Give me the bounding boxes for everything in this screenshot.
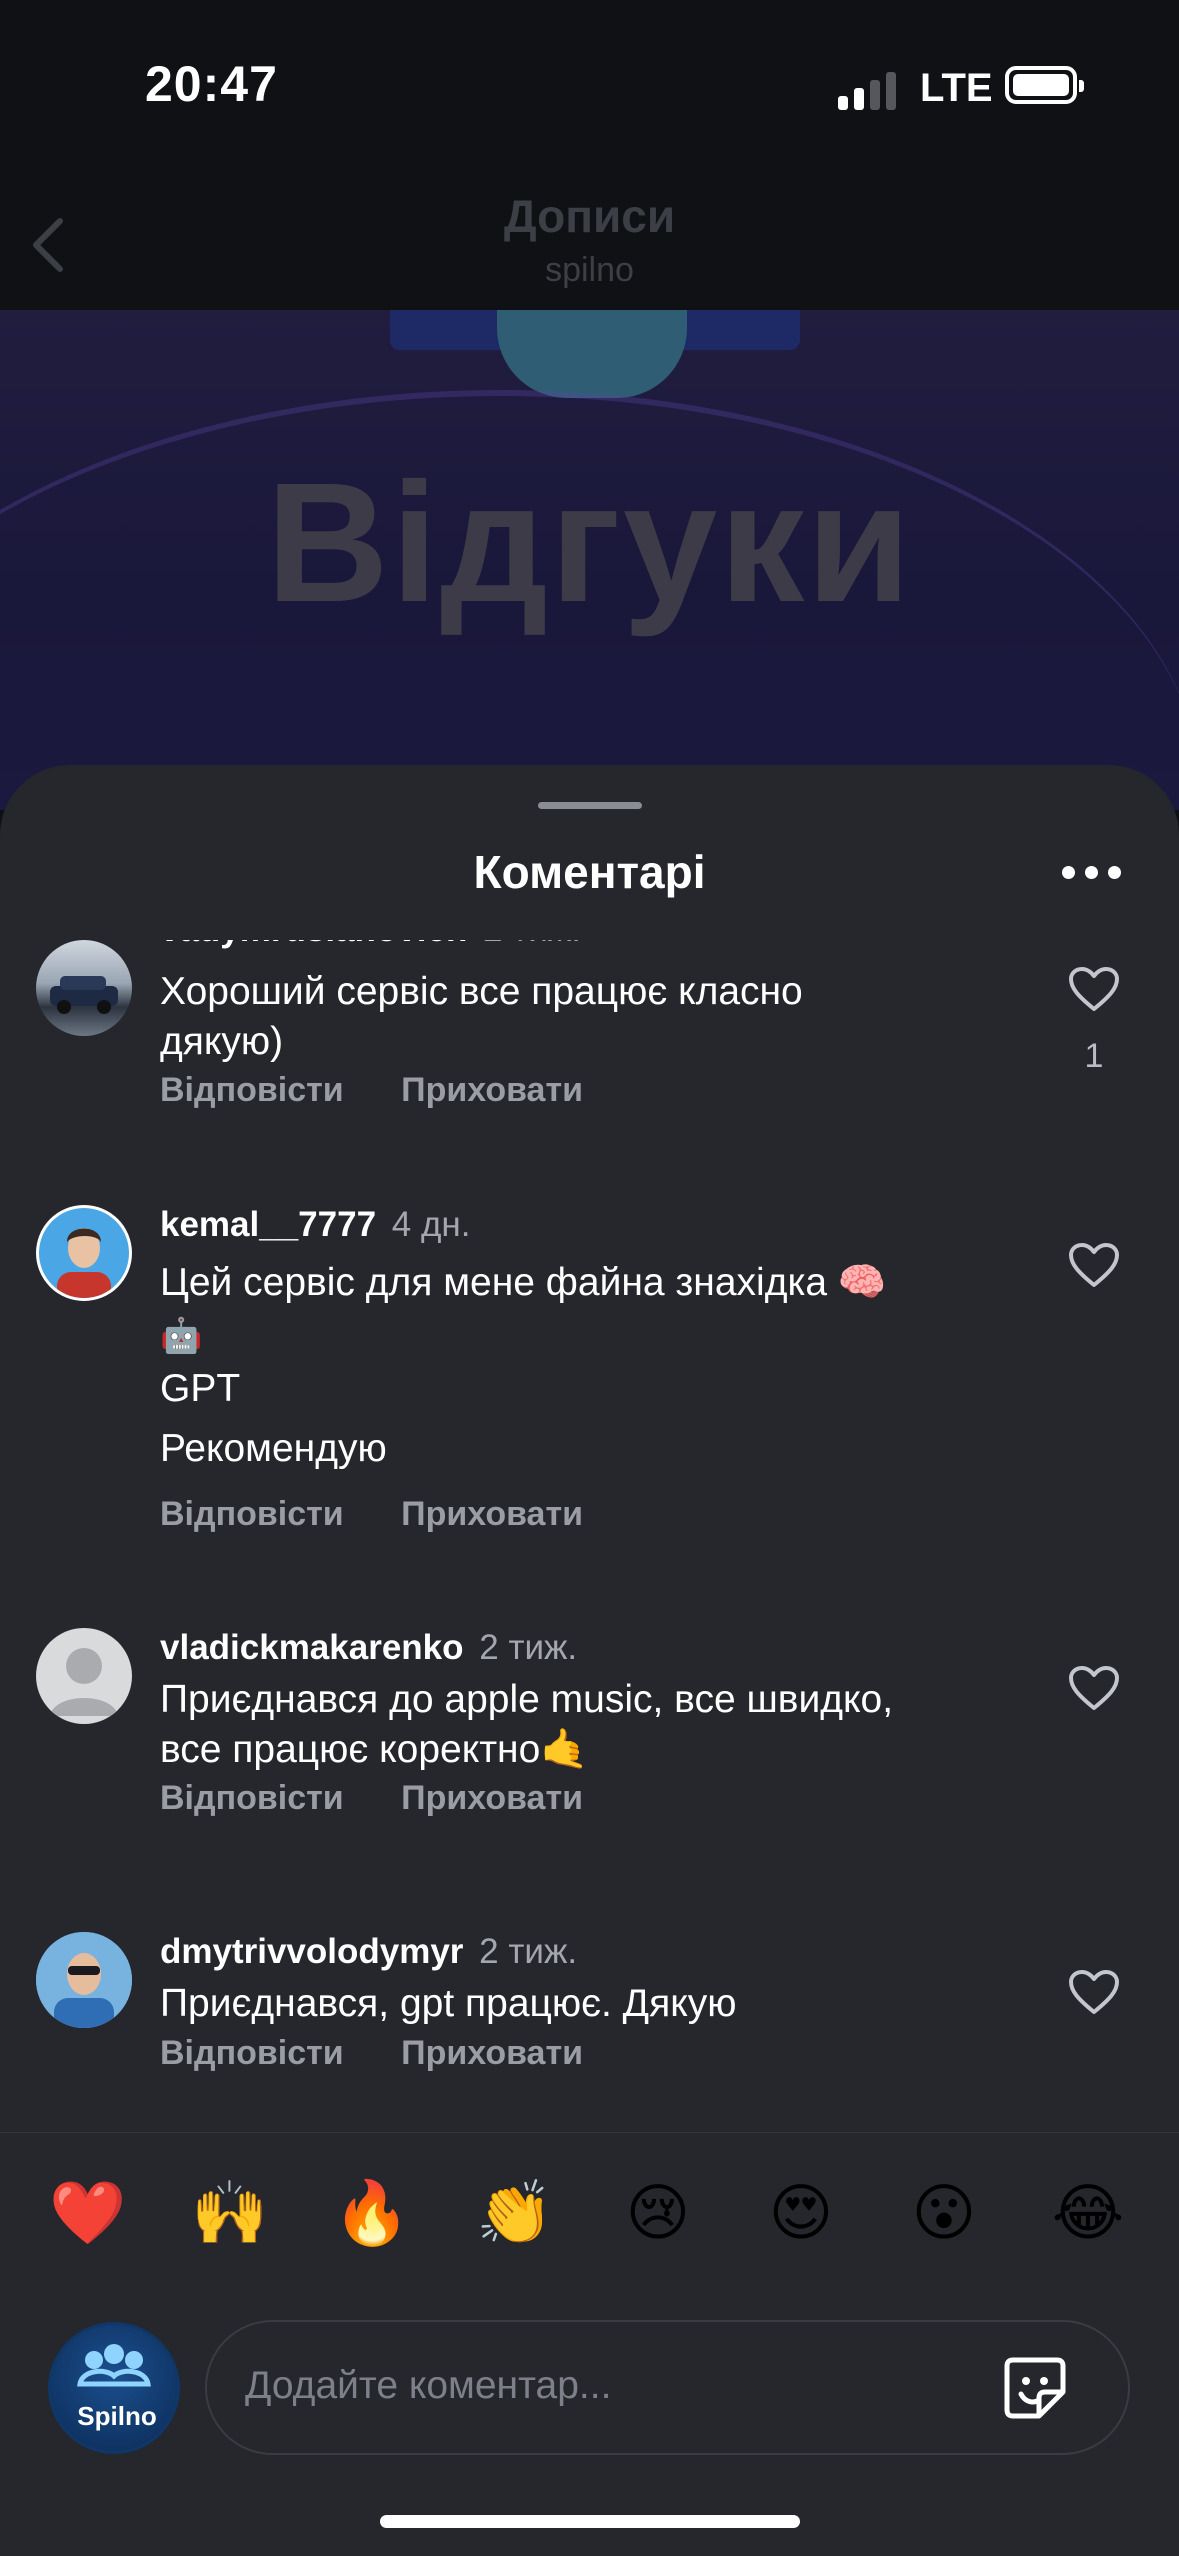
reaction-laughing[interactable]: 😂 xyxy=(1048,2173,1128,2253)
heart-outline-icon[interactable] xyxy=(1068,1665,1120,1711)
comment-time: 2 тиж. xyxy=(479,1932,578,1971)
car-photo-icon xyxy=(50,976,118,1014)
comment-actions: Відповісти Приховати xyxy=(160,1071,631,1110)
reaction-heart[interactable]: ❤️ xyxy=(48,2173,128,2253)
sheet-drag-handle[interactable] xyxy=(538,802,642,809)
comment-line: Рекомендую xyxy=(160,1427,387,1470)
comment-actions: Відповісти Приховати xyxy=(160,1779,631,1818)
reaction-heart-eyes[interactable]: 😍 xyxy=(761,2173,841,2253)
status-time: 20:47 xyxy=(145,56,278,112)
post-image-decoration xyxy=(497,310,687,398)
avatar[interactable] xyxy=(36,1205,132,1301)
heart-outline-icon[interactable] xyxy=(1068,1969,1120,2015)
home-indicator[interactable] xyxy=(380,2515,800,2528)
cellular-signal-icon xyxy=(838,72,900,110)
comment-line: 🤖 xyxy=(160,1316,203,1356)
comment-item: dmytrivvolodymyr 2 тиж. Приєднався, gpt … xyxy=(0,1932,1179,2132)
heart-outline-icon[interactable] xyxy=(1068,966,1120,1012)
my-avatar[interactable]: Spilno xyxy=(48,2322,180,2454)
status-bar: 20:47 LTE xyxy=(0,0,1179,175)
comment-input-placeholder: Додайте коментар... xyxy=(245,2364,612,2407)
comments-list[interactable]: vadymruslanovich 2 тиж. Хороший сервіс в… xyxy=(0,940,1179,2132)
comment-line: все працює коректно🤙 xyxy=(160,1728,589,1771)
default-user-icon xyxy=(50,1648,118,1716)
reply-button[interactable]: Відповісти xyxy=(160,1495,344,1533)
like-count: 1 xyxy=(1084,1037,1104,1075)
comment-header: dmytrivvolodymyr 2 тиж. xyxy=(160,1932,577,1972)
comment-time: 4 дн. xyxy=(391,1205,471,1244)
reply-button[interactable]: Відповісти xyxy=(160,1071,344,1109)
comment-username[interactable]: dmytrivvolodymyr xyxy=(160,1932,463,1971)
comment-text: Цей сервіс для мене файна знахідка 🧠 🤖 G… xyxy=(160,1253,886,1479)
comment-line: Приєднався, gpt працює. Дякую xyxy=(160,1982,737,2025)
hide-button[interactable]: Приховати xyxy=(401,1779,583,1817)
reaction-surprised[interactable]: 😮 xyxy=(904,2173,984,2253)
more-options-button[interactable] xyxy=(1062,863,1122,883)
comment-input[interactable]: Додайте коментар... xyxy=(205,2320,1130,2455)
reaction-clap[interactable]: 👏 xyxy=(475,2173,555,2253)
user-photo-icon xyxy=(36,1932,132,2028)
comment-line: Цей сервіс для мене файна знахідка 🧠 xyxy=(160,1261,887,1304)
comment-item: vladickmakarenko 2 тиж. Приєднався до ap… xyxy=(0,1628,1179,1838)
sheet-title: Коментарі xyxy=(473,846,706,898)
avatar[interactable] xyxy=(36,1628,132,1724)
comment-username[interactable]: kemal__7777 xyxy=(160,1205,376,1244)
comment-composer: Spilno Додайте коментар... xyxy=(0,2295,1179,2495)
comment-header: vadymruslanovich 2 тиж. xyxy=(160,940,581,950)
reply-button[interactable]: Відповісти xyxy=(160,2034,344,2072)
post-image-text: Відгуки xyxy=(266,448,913,638)
post-image: Відгуки xyxy=(0,310,1179,810)
comment-time: 2 тиж. xyxy=(479,1628,578,1667)
nav-header: Дописи spilno xyxy=(0,175,1179,310)
user-photo-icon xyxy=(39,1208,129,1298)
reaction-raised-hands[interactable]: 🙌 xyxy=(190,2173,270,2253)
network-type: LTE xyxy=(920,66,993,110)
comment-header: vladickmakarenko 2 тиж. xyxy=(160,1628,577,1668)
comment-line: Хороший сервіс все працює класно xyxy=(160,970,803,1013)
reaction-fire[interactable]: 🔥 xyxy=(332,2173,412,2253)
comment-item: vadymruslanovich 2 тиж. Хороший сервіс в… xyxy=(0,940,1179,1110)
comment-actions: Відповісти Приховати xyxy=(160,1495,631,1534)
reply-button[interactable]: Відповісти xyxy=(160,1779,344,1817)
comment-text: Хороший сервіс все працює класно дякую) xyxy=(160,967,803,1067)
comment-text: Приєднався до apple music, все швидко, в… xyxy=(160,1675,893,1775)
comment-text: Приєднався, gpt працює. Дякую xyxy=(160,1979,736,2029)
page-subtitle: spilno xyxy=(545,251,634,289)
comment-username[interactable]: vadymruslanovich xyxy=(160,940,467,949)
comments-sheet: Коментарі vadymruslanovich 2 тиж. xyxy=(0,765,1179,2556)
avatar[interactable] xyxy=(36,940,132,1036)
page-title: Дописи xyxy=(503,190,676,242)
avatar[interactable] xyxy=(36,1932,132,2028)
hide-button[interactable]: Приховати xyxy=(401,1071,583,1109)
spilno-logo-icon xyxy=(77,2344,151,2387)
avatar-logo-text: Spilno xyxy=(77,2401,157,2431)
comment-actions: Відповісти Приховати xyxy=(160,2034,631,2073)
comment-line: GPT xyxy=(160,1367,241,1410)
sticker-icon[interactable] xyxy=(999,2352,1071,2424)
comment-header: kemal__7777 4 дн. xyxy=(160,1205,470,1245)
hide-button[interactable]: Приховати xyxy=(401,2034,583,2072)
screen: 20:47 LTE Дописи spilno Відгуки Коментар… xyxy=(0,0,1179,2556)
comment-line: Приєднався до apple music, все швидко, xyxy=(160,1678,894,1721)
reaction-crying[interactable]: 😢 xyxy=(618,2173,698,2253)
hide-button[interactable]: Приховати xyxy=(401,1495,583,1533)
battery-icon xyxy=(1005,66,1084,104)
comment-time: 2 тиж. xyxy=(483,940,581,949)
comment-item: kemal__7777 4 дн. Цей сервіс для мене фа… xyxy=(0,1205,1179,1535)
comment-username[interactable]: vladickmakarenko xyxy=(160,1628,464,1667)
comment-line: дякую) xyxy=(160,1020,284,1063)
heart-outline-icon[interactable] xyxy=(1068,1242,1120,1288)
reaction-bar: ❤️ 🙌 🔥 👏 😢 😍 😮 😂 xyxy=(0,2132,1179,2312)
